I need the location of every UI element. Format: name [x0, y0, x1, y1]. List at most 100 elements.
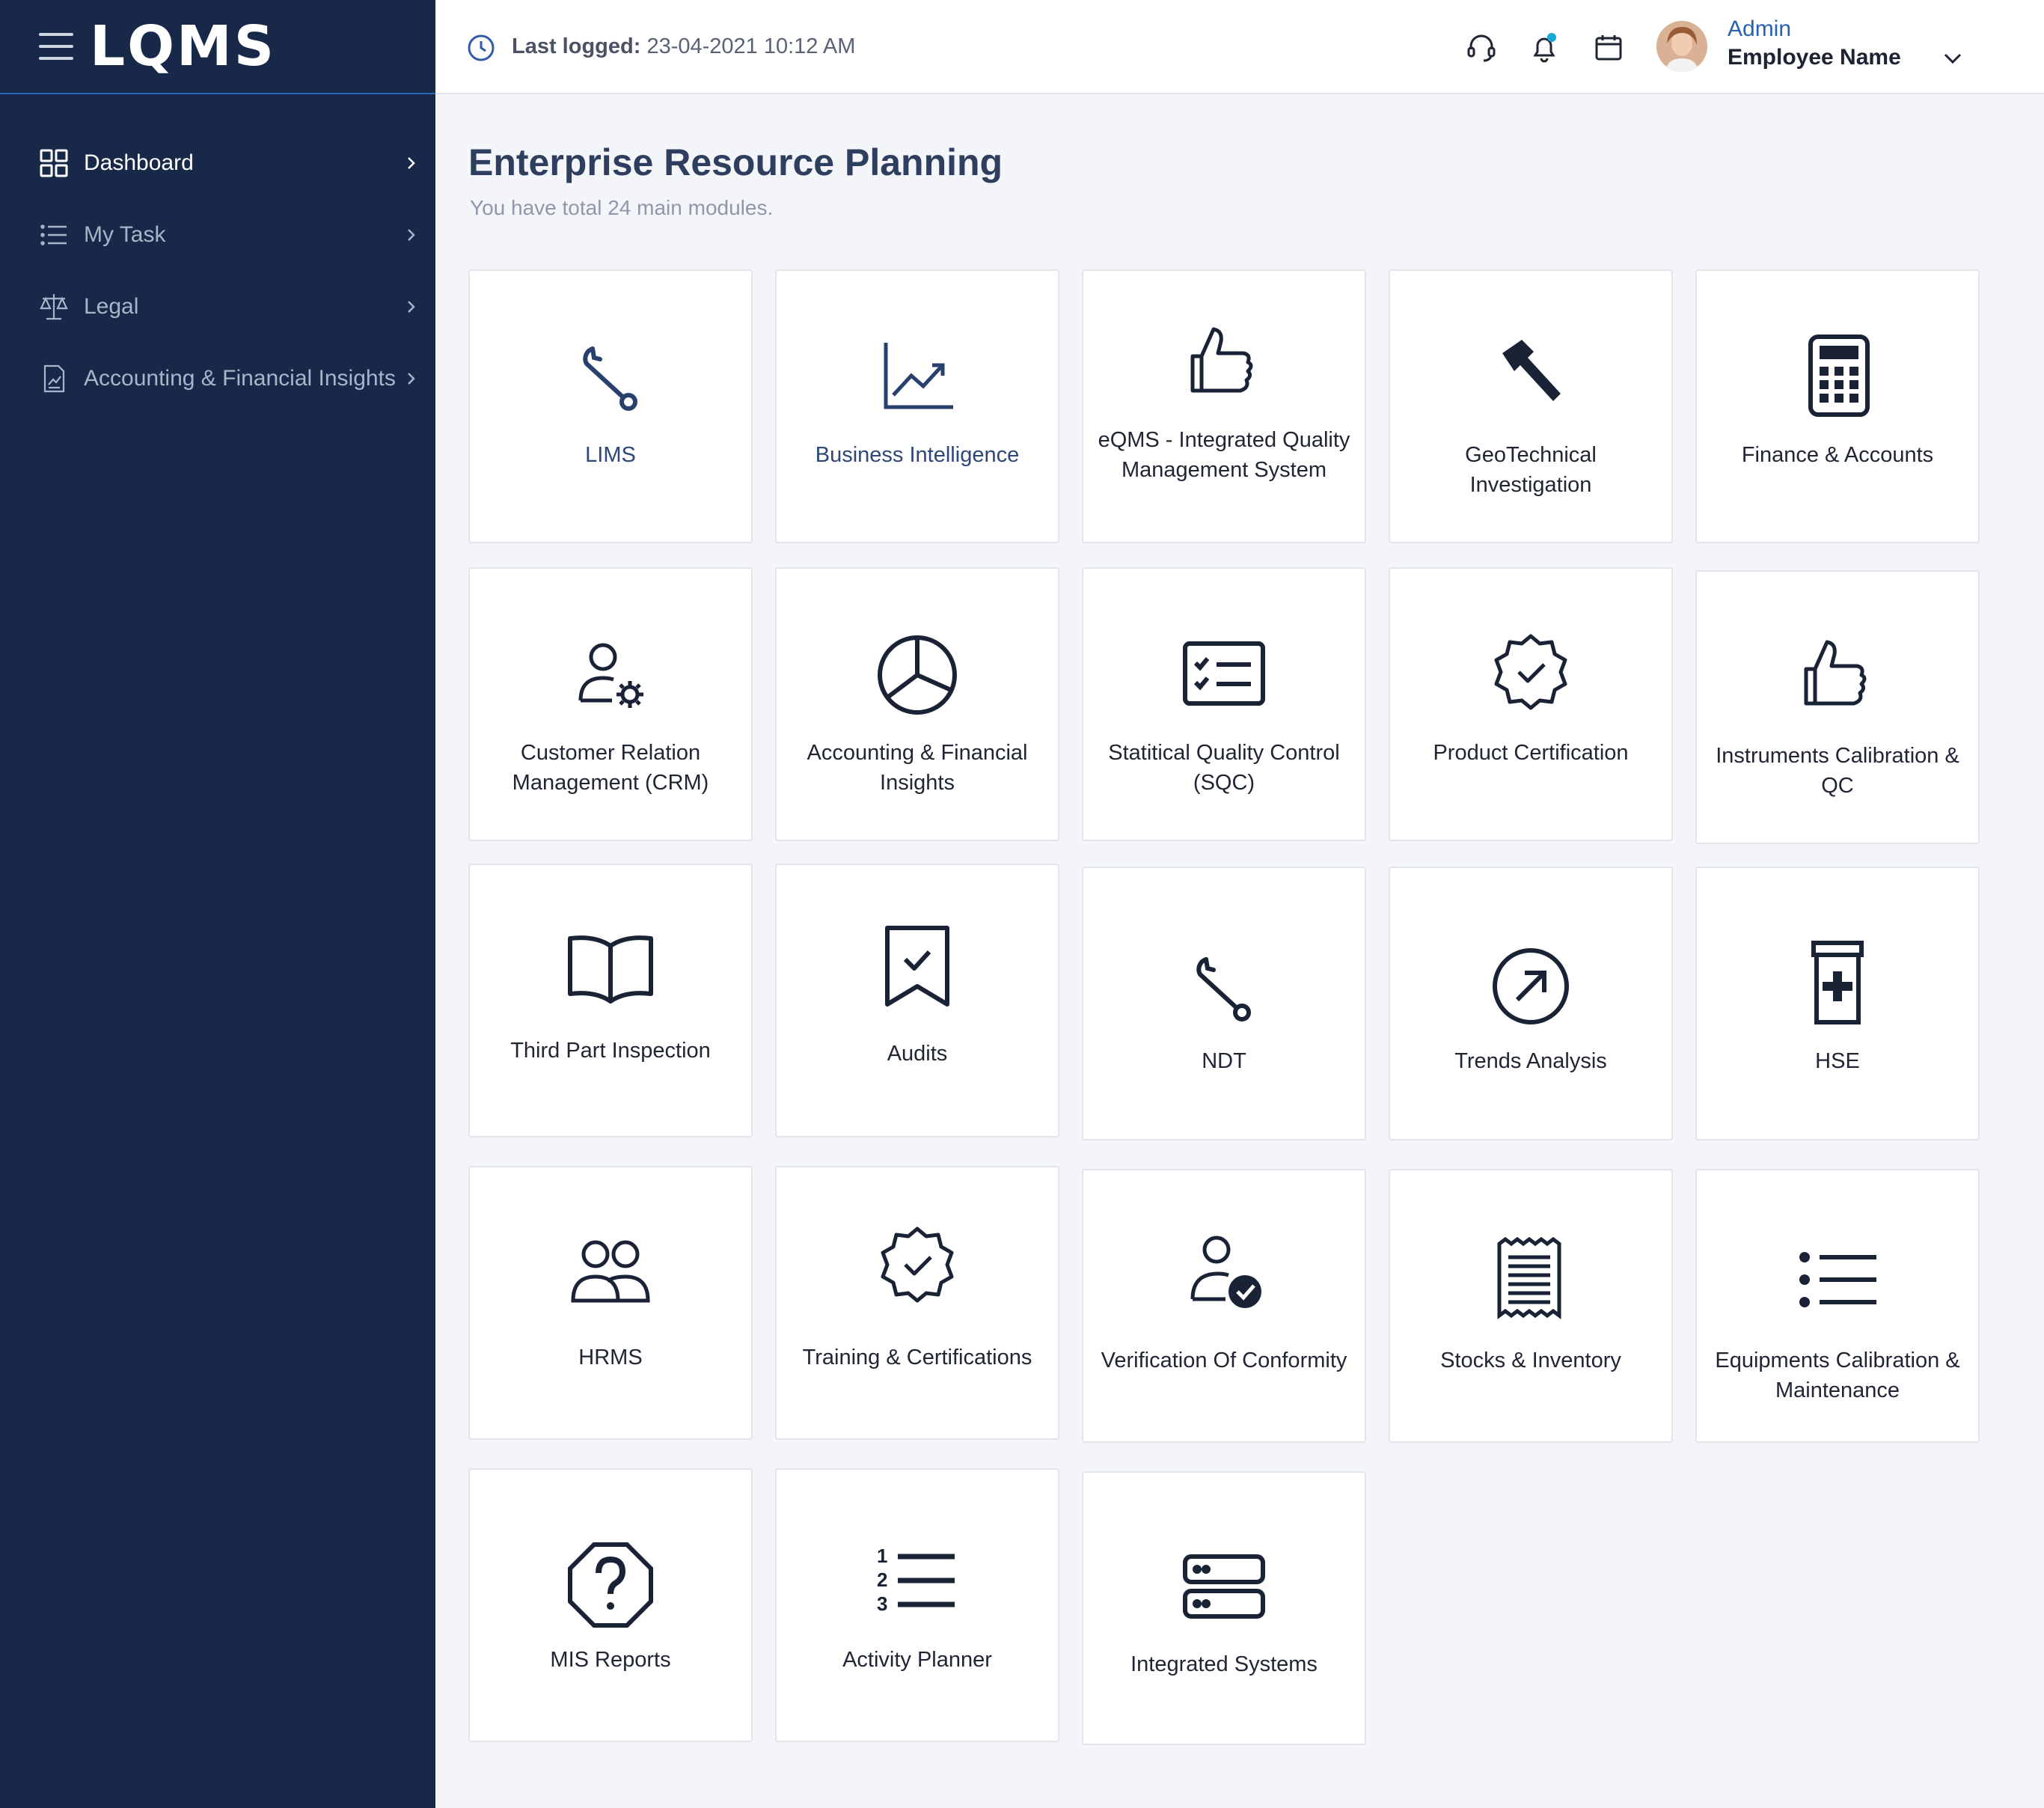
- module-card-audits[interactable]: Audits: [775, 864, 1059, 1137]
- open-book-icon: [568, 935, 653, 1004]
- checklist-card-icon: [1183, 641, 1265, 706]
- svg-text:2: 2: [877, 1569, 887, 1591]
- top-header: Last logged: 23-04-2021 10:12 AM Admin E…: [435, 0, 2044, 94]
- module-label: Third Part Inspection: [510, 1039, 711, 1063]
- sidebar-item-my-task[interactable]: My Task: [0, 199, 435, 271]
- sidebar-item-label: Dashboard: [84, 150, 194, 175]
- module-label: LIMS: [585, 443, 636, 467]
- line-chart-icon: [884, 343, 953, 409]
- sidebar-nav: Dashboard My Task Legal Accounting & Fin…: [0, 94, 435, 415]
- module-label: Accounting & Financial Insights: [807, 741, 1028, 795]
- module-card-business-intelligence[interactable]: Business Intelligence: [775, 269, 1059, 543]
- module-label: HRMS: [578, 1346, 643, 1369]
- module-label: Instruments Calibration & QC: [1716, 744, 1959, 798]
- badge-check-icon: [881, 1227, 954, 1303]
- module-card-product-certification[interactable]: Product Certification: [1389, 567, 1673, 841]
- chevron-right-icon: [408, 301, 415, 313]
- module-label: Stocks & Inventory: [1440, 1349, 1621, 1372]
- module-card-finance[interactable]: Finance & Accounts: [1695, 269, 1980, 543]
- module-card-crm[interactable]: Customer Relation Management (CRM): [468, 567, 753, 841]
- users-icon: [571, 1240, 650, 1303]
- module-label: Trends Analysis: [1454, 1049, 1607, 1073]
- grid-icon: [40, 149, 68, 177]
- module-card-lims[interactable]: LIMS: [468, 269, 753, 543]
- module-label: eQMS - Integrated Quality Management Sys…: [1098, 428, 1350, 482]
- module-card-accounting[interactable]: Accounting & Financial Insights: [775, 567, 1059, 841]
- last-logged-info: Last logged: 23-04-2021 10:12 AM: [512, 34, 855, 59]
- module-card-eqms[interactable]: eQMS - Integrated Quality Management Sys…: [1082, 269, 1366, 543]
- receipt-icon: [1497, 1236, 1561, 1319]
- badge-check-icon: [1494, 634, 1567, 710]
- module-card-verification-of-conformity[interactable]: Verification Of Conformity: [1082, 1169, 1366, 1443]
- chevron-down-icon[interactable]: [1941, 46, 1965, 70]
- calculator-icon: [1808, 335, 1870, 417]
- user-name: Employee Name: [1728, 45, 1901, 70]
- sidebar-item-legal[interactable]: Legal: [0, 271, 435, 343]
- module-card-trends-analysis[interactable]: Trends Analysis: [1389, 867, 1673, 1140]
- module-label: Product Certification: [1433, 741, 1629, 765]
- module-card-training[interactable]: Training & Certifications: [775, 1166, 1059, 1440]
- module-label: GeoTechnical Investigation: [1465, 443, 1597, 497]
- module-card-stocks-inventory[interactable]: Stocks & Inventory: [1389, 1169, 1673, 1443]
- hamburger-menu-icon[interactable]: [39, 33, 73, 60]
- server-icon: [1183, 1554, 1265, 1619]
- sidebar-item-accounting[interactable]: Accounting & Financial Insights: [0, 343, 435, 415]
- thumbs-up-icon: [1804, 640, 1867, 706]
- module-card-equipments-calibration[interactable]: Equipments Calibration & Maintenance: [1695, 1169, 1980, 1443]
- chevron-right-icon: [408, 157, 415, 169]
- module-label: NDT: [1202, 1049, 1246, 1073]
- report-icon: [43, 364, 65, 393]
- bullet-list-icon: [1799, 1252, 1876, 1307]
- notification-bell-icon[interactable]: [1528, 31, 1561, 64]
- sidebar-item-dashboard[interactable]: Dashboard: [0, 127, 435, 199]
- list-icon: [40, 225, 67, 245]
- module-card-activity-planner[interactable]: 123 Activity Planner: [775, 1468, 1059, 1742]
- module-card-ndt[interactable]: NDT: [1082, 867, 1366, 1140]
- module-card-hrms[interactable]: HRMS: [468, 1166, 753, 1440]
- chevron-right-icon: [408, 373, 415, 385]
- module-label: Statitical Quality Control (SQC): [1108, 741, 1340, 795]
- module-label: Activity Planner: [842, 1648, 992, 1672]
- module-card-sqc[interactable]: Statitical Quality Control (SQC): [1082, 567, 1366, 841]
- sidebar-item-label: My Task: [84, 222, 166, 247]
- user-gear-icon: [578, 643, 643, 708]
- svg-text:1: 1: [877, 1545, 887, 1567]
- module-card-third-party-inspection[interactable]: Third Part Inspection: [468, 864, 753, 1137]
- module-card-hse[interactable]: HSE: [1695, 867, 1980, 1140]
- bookmark-check-icon: [885, 926, 949, 1007]
- svg-text:3: 3: [877, 1592, 887, 1615]
- module-label: Finance & Accounts: [1741, 443, 1934, 467]
- app-logo: LQMS: [90, 14, 276, 79]
- module-card-geotechnical[interactable]: GeoTechnical Investigation: [1389, 269, 1673, 543]
- avatar[interactable]: [1656, 21, 1707, 72]
- module-label: Customer Relation Management (CRM): [512, 741, 709, 795]
- last-logged-label: Last logged:: [512, 34, 641, 58]
- calendar-icon[interactable]: [1592, 31, 1625, 64]
- sidebar-item-label: Legal: [84, 294, 139, 319]
- module-label: Business Intelligence: [815, 443, 1020, 467]
- module-card-instruments-calibration[interactable]: Instruments Calibration & QC: [1695, 570, 1980, 844]
- module-card-mis-reports[interactable]: MIS Reports: [468, 1468, 753, 1742]
- module-label: Integrated Systems: [1130, 1652, 1318, 1676]
- hammer-icon: [1502, 340, 1561, 401]
- thumbs-up-icon: [1190, 327, 1253, 393]
- medical-bottle-icon: [1811, 941, 1864, 1024]
- brand-bar: LQMS: [0, 0, 435, 94]
- module-label: Verification Of Conformity: [1101, 1349, 1347, 1372]
- wrench-icon: [583, 346, 637, 411]
- headset-icon[interactable]: [1465, 31, 1498, 64]
- last-logged-value: 23-04-2021 10:12 AM: [646, 34, 856, 58]
- module-card-integrated-systems[interactable]: Integrated Systems: [1082, 1471, 1366, 1745]
- module-label: Training & Certifications: [802, 1346, 1032, 1369]
- user-photo-icon: [1656, 21, 1707, 72]
- arrow-circle-icon: [1493, 948, 1569, 1024]
- pie-chart-icon: [878, 635, 957, 715]
- module-label: Audits: [887, 1042, 948, 1066]
- module-label: MIS Reports: [550, 1648, 671, 1672]
- user-role: Admin: [1728, 16, 1792, 41]
- clock-icon: [468, 34, 495, 61]
- sidebar-item-label: Accounting & Financial Insights: [84, 366, 396, 391]
- user-check-icon: [1190, 1236, 1261, 1308]
- module-label: Equipments Calibration & Maintenance: [1715, 1349, 1960, 1402]
- wrench-icon: [1196, 957, 1251, 1021]
